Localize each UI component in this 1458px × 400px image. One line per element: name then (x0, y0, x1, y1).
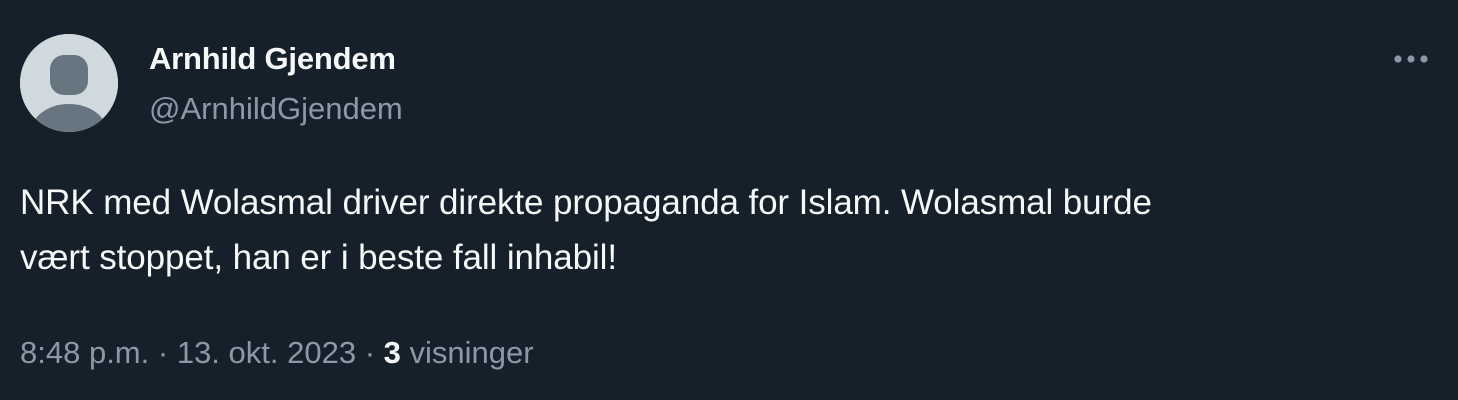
avatar[interactable] (20, 34, 118, 132)
tweet-text: NRK med Wolasmal driver direkte propagan… (20, 175, 1440, 285)
default-avatar-icon (20, 34, 118, 132)
tweet-text-line: vært stoppet, han er i beste fall inhabi… (20, 238, 617, 277)
meta-separator: · (364, 335, 376, 370)
author-name[interactable]: Arnhild Gjendem (149, 41, 396, 77)
tweet-card: Arnhild Gjendem @ArnhildGjendem NRK med … (0, 0, 1458, 400)
meta-separator: · (157, 335, 169, 370)
tweet-date[interactable]: 13. okt. 2023 (177, 335, 356, 370)
more-options-icon (1394, 55, 1428, 63)
views-count: 3 (383, 335, 401, 370)
tweet-meta: 8:48 p.m. · 13. okt. 2023 · 3 visninger (20, 335, 534, 371)
tweet-text-line: NRK med Wolasmal driver direkte propagan… (20, 183, 1152, 222)
more-options-button[interactable] (1384, 44, 1438, 74)
author-handle[interactable]: @ArnhildGjendem (149, 91, 403, 127)
views-label: visninger (409, 335, 534, 370)
tweet-time[interactable]: 8:48 p.m. (20, 335, 149, 370)
